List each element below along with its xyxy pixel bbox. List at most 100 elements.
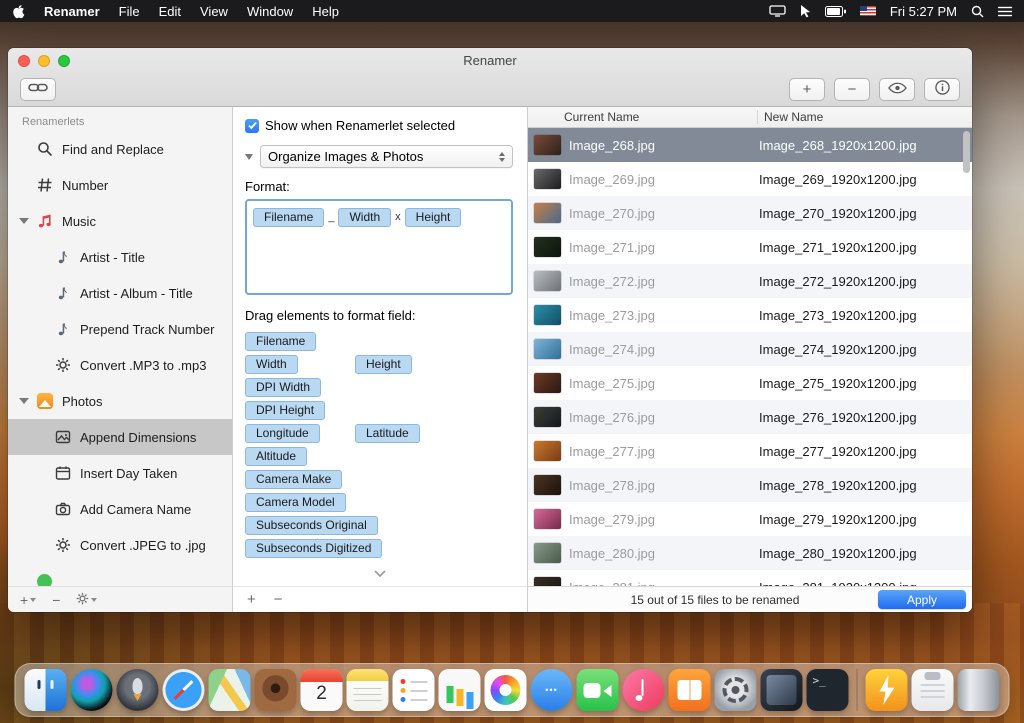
notification-center-icon[interactable] bbox=[998, 6, 1012, 17]
preset-popup-button[interactable]: Organize Images & Photos bbox=[260, 145, 513, 168]
sidebar-group-music[interactable]: Music bbox=[8, 203, 232, 239]
collapse-chevron-icon[interactable] bbox=[374, 565, 386, 580]
disclosure-triangle-icon[interactable] bbox=[19, 218, 29, 224]
add-token-button[interactable]: + bbox=[247, 591, 256, 608]
sidebar-item-insert-day-taken[interactable]: Insert Day Taken bbox=[8, 455, 232, 491]
remove-renamerlet-button[interactable]: − bbox=[52, 592, 60, 608]
dock-trash-icon[interactable] bbox=[957, 669, 1000, 711]
input-language-flag-icon[interactable] bbox=[859, 6, 876, 16]
dock-reminders-icon[interactable] bbox=[392, 669, 435, 711]
sidebar-item-convert-mp3[interactable]: Convert .MP3 to .mp3 bbox=[8, 347, 232, 383]
dock-terminal-icon[interactable] bbox=[806, 669, 849, 711]
remove-files-button[interactable]: − bbox=[834, 78, 870, 101]
drag-token[interactable]: DPI Width bbox=[245, 378, 322, 397]
pointer-icon[interactable] bbox=[800, 4, 811, 18]
disclosure-triangle-icon[interactable] bbox=[245, 153, 253, 160]
dock-finder-icon[interactable] bbox=[24, 669, 67, 711]
menu-window[interactable]: Window bbox=[247, 4, 293, 19]
sidebar-item-number[interactable]: Number bbox=[8, 167, 232, 203]
dock-numbers-icon[interactable] bbox=[438, 669, 481, 711]
format-field[interactable]: Filename _ Width x Height bbox=[245, 199, 513, 295]
sidebar-item-find-and-replace[interactable]: Find and Replace bbox=[8, 131, 232, 167]
dock-bolt-app-icon[interactable] bbox=[865, 669, 908, 711]
dock-system-preferences-icon[interactable] bbox=[714, 669, 757, 711]
sidebar-item-partial[interactable] bbox=[8, 563, 232, 586]
format-separator[interactable]: _ bbox=[328, 208, 334, 223]
file-row[interactable]: Image_280.jpg Image_280_1920x1200.jpg bbox=[528, 536, 972, 570]
vertical-scrollbar[interactable] bbox=[963, 131, 970, 173]
menubar-clock[interactable]: Fri 5:27 PM bbox=[890, 4, 957, 19]
menu-help[interactable]: Help bbox=[312, 4, 339, 19]
sidebar-action-menu-button[interactable] bbox=[76, 592, 98, 608]
apple-menu-icon[interactable] bbox=[12, 4, 25, 19]
title-bar[interactable]: Renamer bbox=[8, 48, 972, 73]
sidebar-group-photos[interactable]: Photos bbox=[8, 383, 232, 419]
file-row[interactable]: Image_271.jpg Image_271_1920x1200.jpg bbox=[528, 230, 972, 264]
file-row[interactable]: Image_276.jpg Image_276_1920x1200.jpg bbox=[528, 400, 972, 434]
link-renamerlet-button[interactable] bbox=[20, 78, 56, 101]
menubar-app-name[interactable]: Renamer bbox=[44, 4, 100, 19]
drag-token[interactable]: Camera Model bbox=[245, 493, 346, 512]
format-token-filename[interactable]: Filename bbox=[253, 208, 325, 227]
preview-button[interactable] bbox=[879, 78, 915, 101]
drag-token[interactable]: Width bbox=[245, 355, 298, 374]
dock-messages-icon[interactable] bbox=[530, 669, 573, 711]
sidebar-item-append-dimensions[interactable]: Append Dimensions bbox=[8, 419, 232, 455]
show-when-selected-checkbox[interactable] bbox=[245, 118, 259, 133]
file-row[interactable]: Image_268.jpg Image_268_1920x1200.jpg bbox=[528, 128, 972, 162]
zoom-button[interactable] bbox=[58, 54, 70, 67]
dock-books-icon[interactable] bbox=[668, 669, 711, 711]
add-renamerlet-button[interactable]: + bbox=[20, 592, 37, 608]
file-row[interactable]: Image_277.jpg Image_277_1920x1200.jpg bbox=[528, 434, 972, 468]
drag-token[interactable]: Subseconds Digitized bbox=[245, 539, 383, 558]
sidebar-item-artist-title[interactable]: Artist - Title bbox=[8, 239, 232, 275]
battery-icon[interactable] bbox=[824, 5, 846, 17]
spotlight-search-icon[interactable] bbox=[971, 5, 984, 18]
file-row[interactable]: Image_272.jpg Image_272_1920x1200.jpg bbox=[528, 264, 972, 298]
format-token-width[interactable]: Width bbox=[338, 208, 392, 227]
drag-token[interactable]: Longitude bbox=[245, 424, 320, 443]
drag-token[interactable]: Filename bbox=[245, 332, 317, 351]
display-icon[interactable] bbox=[769, 5, 786, 17]
format-token-height[interactable]: Height bbox=[404, 208, 462, 227]
column-header-new-name[interactable]: New Name bbox=[758, 110, 823, 124]
dock-clipboard-icon[interactable] bbox=[911, 669, 954, 711]
remove-token-button[interactable]: − bbox=[274, 591, 283, 608]
drag-token[interactable]: Height bbox=[355, 355, 412, 374]
drag-token[interactable]: Altitude bbox=[245, 447, 308, 466]
drag-token[interactable]: Latitude bbox=[355, 424, 420, 443]
dock-siri-icon[interactable] bbox=[70, 669, 113, 711]
drag-token[interactable]: Camera Make bbox=[245, 470, 343, 489]
file-row[interactable]: Image_269.jpg Image_269_1920x1200.jpg bbox=[528, 162, 972, 196]
drag-token[interactable]: DPI Height bbox=[245, 401, 326, 420]
dock-photo-booth-icon[interactable] bbox=[254, 669, 297, 711]
disclosure-triangle-icon[interactable] bbox=[19, 398, 29, 404]
file-row[interactable]: Image_274.jpg Image_274_1920x1200.jpg bbox=[528, 332, 972, 366]
add-files-button[interactable]: + bbox=[789, 78, 825, 101]
sidebar-item-add-camera-name[interactable]: Add Camera Name bbox=[8, 491, 232, 527]
dock-photos-icon[interactable] bbox=[484, 669, 527, 711]
minimize-button[interactable] bbox=[38, 54, 50, 67]
info-button[interactable] bbox=[924, 78, 960, 101]
drag-token[interactable]: Subseconds Original bbox=[245, 516, 378, 535]
file-row[interactable]: Image_275.jpg Image_275_1920x1200.jpg bbox=[528, 366, 972, 400]
dock-maps-icon[interactable] bbox=[208, 669, 251, 711]
dock-notes-icon[interactable] bbox=[346, 669, 389, 711]
format-separator[interactable]: x bbox=[395, 208, 401, 223]
file-row[interactable]: Image_273.jpg Image_273_1920x1200.jpg bbox=[528, 298, 972, 332]
dock-calendar-icon[interactable]: 2 bbox=[300, 669, 343, 711]
sidebar-item-artist-album-title[interactable]: Artist - Album - Title bbox=[8, 275, 232, 311]
apply-button[interactable]: Apply bbox=[878, 590, 966, 609]
sidebar-item-convert-jpeg[interactable]: Convert .JPEG to .jpg bbox=[8, 527, 232, 563]
sidebar-item-prepend-track-number[interactable]: Prepend Track Number bbox=[8, 311, 232, 347]
file-row[interactable]: Image_270.jpg Image_270_1920x1200.jpg bbox=[528, 196, 972, 230]
menu-view[interactable]: View bbox=[200, 4, 228, 19]
menu-edit[interactable]: Edit bbox=[159, 4, 181, 19]
file-row[interactable]: Image_279.jpg Image_279_1920x1200.jpg bbox=[528, 502, 972, 536]
dock-preview-window-icon[interactable] bbox=[760, 669, 803, 711]
menu-file[interactable]: File bbox=[119, 4, 140, 19]
column-header-current-name[interactable]: Current Name bbox=[528, 110, 758, 124]
file-row[interactable]: Image_278.jpg Image_278_1920x1200.jpg bbox=[528, 468, 972, 502]
dock-launchpad-icon[interactable] bbox=[116, 669, 159, 711]
file-row[interactable]: Image_281.jpgImage_281_1920x1200.jpg bbox=[528, 570, 972, 586]
